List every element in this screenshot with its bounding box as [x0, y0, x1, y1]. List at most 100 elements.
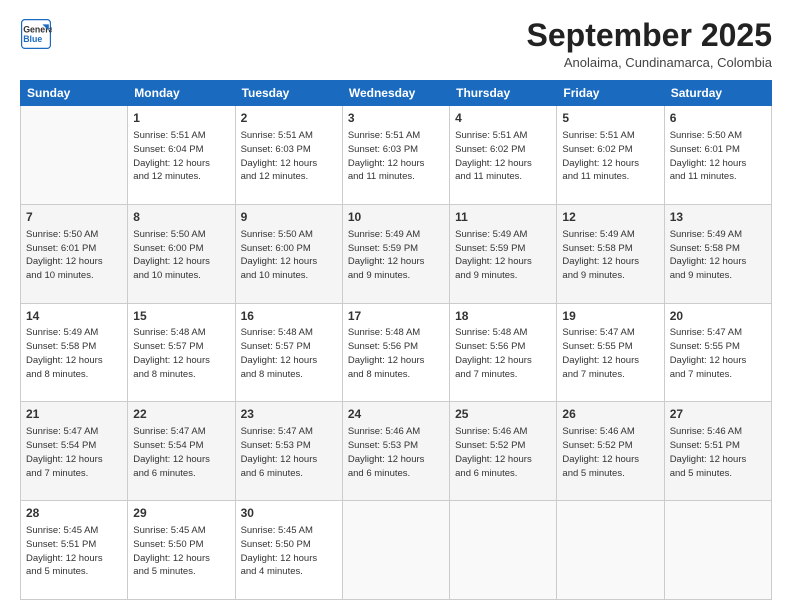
day-info: Sunrise: 5:46 AM Sunset: 5:51 PM Dayligh… [670, 425, 766, 480]
day-number: 20 [670, 308, 766, 325]
day-cell: 13Sunrise: 5:49 AM Sunset: 5:58 PM Dayli… [664, 204, 771, 303]
day-cell [450, 501, 557, 600]
day-info: Sunrise: 5:45 AM Sunset: 5:50 PM Dayligh… [133, 524, 229, 579]
day-number: 23 [241, 406, 337, 423]
day-number: 12 [562, 209, 658, 226]
day-number: 17 [348, 308, 444, 325]
day-info: Sunrise: 5:50 AM Sunset: 6:01 PM Dayligh… [670, 129, 766, 184]
day-number: 5 [562, 110, 658, 127]
day-number: 30 [241, 505, 337, 522]
day-number: 1 [133, 110, 229, 127]
day-number: 2 [241, 110, 337, 127]
calendar-table: SundayMondayTuesdayWednesdayThursdayFrid… [20, 80, 772, 600]
week-row-4: 21 Sunrise: 5:47 AM Sunset: 5:54 PM Dayli… [21, 402, 772, 501]
day-info: Sunrise: 5:51 AM Sunset: 6:02 PM Dayligh… [562, 129, 658, 184]
weekday-header-row: SundayMondayTuesdayWednesdayThursdayFrid… [21, 81, 772, 106]
day-info: Sunrise: 5:51 AM Sunset: 6:02 PM Dayligh… [455, 129, 551, 184]
day-cell: 10 Sunrise: 5:49 AM Sunset: 5:59 PM Dayli… [342, 204, 449, 303]
day-info: Sunrise: 5:51 AM Sunset: 6:04 PM Dayligh… [133, 129, 229, 184]
day-info: Sunrise: 5:49 AM Sunset: 5:59 PM Dayligh… [455, 228, 551, 283]
day-cell: 21 Sunrise: 5:47 AM Sunset: 5:54 PM Dayli… [21, 402, 128, 501]
weekday-saturday: Saturday [664, 81, 771, 106]
day-number: 6 [670, 110, 766, 127]
day-number: 21 [26, 406, 122, 423]
day-cell [557, 501, 664, 600]
weekday-tuesday: Tuesday [235, 81, 342, 106]
day-info: Sunrise: 5:48 AM Sunset: 5:57 PM Dayligh… [241, 326, 337, 381]
page: General Blue September 2025 Anolaima, Cu… [0, 0, 792, 612]
day-info: Sunrise: 5:50 AM Sunset: 6:01 PM Dayligh… [26, 228, 122, 283]
day-cell: 25 Sunrise: 5:46 AM Sunset: 5:52 PM Dayli… [450, 402, 557, 501]
day-number: 19 [562, 308, 658, 325]
day-cell: 8 Sunrise: 5:50 AM Sunset: 6:00 PM Daylig… [128, 204, 235, 303]
day-number: 29 [133, 505, 229, 522]
day-info: Sunrise: 5:51 AM Sunset: 6:03 PM Dayligh… [241, 129, 337, 184]
day-info: Sunrise: 5:51 AM Sunset: 6:03 PM Dayligh… [348, 129, 444, 184]
day-number: 24 [348, 406, 444, 423]
day-cell: 12 Sunrise: 5:49 AM Sunset: 5:58 PM Dayli… [557, 204, 664, 303]
day-info: Sunrise: 5:46 AM Sunset: 5:52 PM Dayligh… [455, 425, 551, 480]
day-number: 10 [348, 209, 444, 226]
week-row-3: 14Sunrise: 5:49 AM Sunset: 5:58 PM Dayli… [21, 303, 772, 402]
day-number: 14 [26, 308, 122, 325]
day-cell [342, 501, 449, 600]
day-info: Sunrise: 5:48 AM Sunset: 5:57 PM Dayligh… [133, 326, 229, 381]
week-row-2: 7 Sunrise: 5:50 AM Sunset: 6:01 PM Daylig… [21, 204, 772, 303]
day-cell: 24 Sunrise: 5:46 AM Sunset: 5:53 PM Dayli… [342, 402, 449, 501]
day-number: 28 [26, 505, 122, 522]
day-cell: 27 Sunrise: 5:46 AM Sunset: 5:51 PM Dayli… [664, 402, 771, 501]
day-cell [664, 501, 771, 600]
day-info: Sunrise: 5:50 AM Sunset: 6:00 PM Dayligh… [133, 228, 229, 283]
day-number: 18 [455, 308, 551, 325]
day-cell: 29 Sunrise: 5:45 AM Sunset: 5:50 PM Dayli… [128, 501, 235, 600]
day-number: 25 [455, 406, 551, 423]
day-info: Sunrise: 5:47 AM Sunset: 5:53 PM Dayligh… [241, 425, 337, 480]
day-cell: 15Sunrise: 5:48 AM Sunset: 5:57 PM Dayli… [128, 303, 235, 402]
day-cell: 11 Sunrise: 5:49 AM Sunset: 5:59 PM Dayli… [450, 204, 557, 303]
day-cell: 2 Sunrise: 5:51 AM Sunset: 6:03 PM Daylig… [235, 106, 342, 205]
day-number: 8 [133, 209, 229, 226]
day-info: Sunrise: 5:48 AM Sunset: 5:56 PM Dayligh… [348, 326, 444, 381]
day-info: Sunrise: 5:45 AM Sunset: 5:51 PM Dayligh… [26, 524, 122, 579]
day-cell: 4 Sunrise: 5:51 AM Sunset: 6:02 PM Daylig… [450, 106, 557, 205]
day-cell: 30 Sunrise: 5:45 AM Sunset: 5:50 PM Dayli… [235, 501, 342, 600]
weekday-sunday: Sunday [21, 81, 128, 106]
day-info: Sunrise: 5:49 AM Sunset: 5:58 PM Dayligh… [562, 228, 658, 283]
day-number: 7 [26, 209, 122, 226]
month-title: September 2025 [527, 18, 772, 53]
day-number: 27 [670, 406, 766, 423]
day-cell: 28 Sunrise: 5:45 AM Sunset: 5:51 PM Dayli… [21, 501, 128, 600]
day-info: Sunrise: 5:49 AM Sunset: 5:59 PM Dayligh… [348, 228, 444, 283]
day-info: Sunrise: 5:45 AM Sunset: 5:50 PM Dayligh… [241, 524, 337, 579]
location: Anolaima, Cundinamarca, Colombia [527, 55, 772, 70]
day-info: Sunrise: 5:47 AM Sunset: 5:54 PM Dayligh… [133, 425, 229, 480]
day-number: 15 [133, 308, 229, 325]
day-info: Sunrise: 5:48 AM Sunset: 5:56 PM Dayligh… [455, 326, 551, 381]
day-cell: 3 Sunrise: 5:51 AM Sunset: 6:03 PM Daylig… [342, 106, 449, 205]
day-number: 22 [133, 406, 229, 423]
svg-text:Blue: Blue [23, 34, 42, 44]
weekday-monday: Monday [128, 81, 235, 106]
day-number: 3 [348, 110, 444, 127]
day-number: 16 [241, 308, 337, 325]
week-row-1: 1 Sunrise: 5:51 AM Sunset: 6:04 PM Daylig… [21, 106, 772, 205]
day-info: Sunrise: 5:46 AM Sunset: 5:53 PM Dayligh… [348, 425, 444, 480]
day-cell: 16Sunrise: 5:48 AM Sunset: 5:57 PM Dayli… [235, 303, 342, 402]
day-info: Sunrise: 5:47 AM Sunset: 5:54 PM Dayligh… [26, 425, 122, 480]
day-cell: 19Sunrise: 5:47 AM Sunset: 5:55 PM Dayli… [557, 303, 664, 402]
day-number: 4 [455, 110, 551, 127]
header: General Blue September 2025 Anolaima, Cu… [20, 18, 772, 70]
week-row-5: 28 Sunrise: 5:45 AM Sunset: 5:51 PM Dayli… [21, 501, 772, 600]
title-block: September 2025 Anolaima, Cundinamarca, C… [527, 18, 772, 70]
day-number: 11 [455, 209, 551, 226]
day-cell: 9Sunrise: 5:50 AM Sunset: 6:00 PM Daylig… [235, 204, 342, 303]
day-number: 9 [241, 209, 337, 226]
day-cell: 6 Sunrise: 5:50 AM Sunset: 6:01 PM Daylig… [664, 106, 771, 205]
day-cell: 7 Sunrise: 5:50 AM Sunset: 6:01 PM Daylig… [21, 204, 128, 303]
day-cell: 14Sunrise: 5:49 AM Sunset: 5:58 PM Dayli… [21, 303, 128, 402]
day-info: Sunrise: 5:47 AM Sunset: 5:55 PM Dayligh… [670, 326, 766, 381]
day-cell: 26Sunrise: 5:46 AM Sunset: 5:52 PM Dayli… [557, 402, 664, 501]
day-cell: 22 Sunrise: 5:47 AM Sunset: 5:54 PM Dayli… [128, 402, 235, 501]
logo-icon: General Blue [20, 18, 52, 50]
day-info: Sunrise: 5:49 AM Sunset: 5:58 PM Dayligh… [670, 228, 766, 283]
